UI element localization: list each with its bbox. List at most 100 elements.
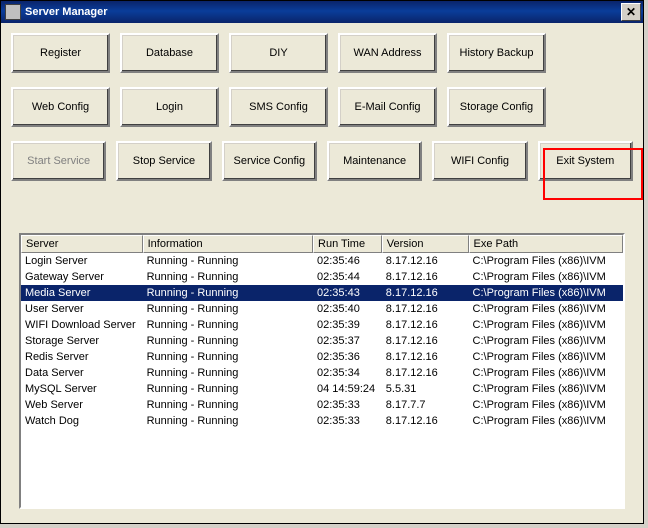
close-button[interactable]: ✕ (621, 3, 641, 21)
empty-row (21, 493, 623, 507)
sms-config-button[interactable]: SMS Config (229, 87, 328, 127)
app-icon (5, 4, 21, 20)
cell: C:\Program Files (x86)\IVM (469, 302, 623, 316)
grid-body: Login ServerRunning - Running02:35:468.1… (21, 253, 623, 507)
cell: User Server (21, 302, 143, 316)
table-row[interactable]: Watch DogRunning - Running02:35:338.17.1… (21, 413, 623, 429)
cell: Data Server (21, 366, 143, 380)
empty-row (21, 445, 623, 461)
cell: 8.17.12.16 (382, 254, 469, 268)
table-row[interactable]: Gateway ServerRunning - Running02:35:448… (21, 269, 623, 285)
cell: Media Server (21, 286, 143, 300)
cell: 8.17.12.16 (382, 302, 469, 316)
cell: 02:35:33 (313, 398, 382, 412)
column-header[interactable]: Information (143, 235, 313, 253)
title-bar: Server Manager ✕ (1, 1, 643, 23)
client-area: RegisterDatabaseDIYWAN AddressHistory Ba… (1, 23, 643, 523)
cell: 02:35:33 (313, 414, 382, 428)
cell: C:\Program Files (x86)\IVM (469, 366, 623, 380)
server-manager-window: Server Manager ✕ RegisterDatabaseDIYWAN … (0, 0, 644, 524)
button-row-2: Web ConfigLoginSMS ConfigE-Mail ConfigSt… (11, 87, 633, 127)
cell: 02:35:46 (313, 254, 382, 268)
cell: 02:35:34 (313, 366, 382, 380)
column-header[interactable]: Version (382, 235, 469, 253)
cell: 04 14:59:24 (313, 382, 382, 396)
cell: Running - Running (143, 414, 313, 428)
cell: C:\Program Files (x86)\IVM (469, 382, 623, 396)
cell: C:\Program Files (x86)\IVM (469, 318, 623, 332)
stop-service-button[interactable]: Stop Service (116, 141, 211, 181)
cell: 8.17.12.16 (382, 334, 469, 348)
email-config-button[interactable]: E-Mail Config (338, 87, 437, 127)
cell: C:\Program Files (x86)\IVM (469, 286, 623, 300)
cell: Gateway Server (21, 270, 143, 284)
history-backup-button[interactable]: History Backup (447, 33, 546, 73)
empty-row (21, 429, 623, 445)
column-header[interactable]: Exe Path (469, 235, 623, 253)
cell: MySQL Server (21, 382, 143, 396)
storage-config-button[interactable]: Storage Config (447, 87, 546, 127)
cell: 8.17.12.16 (382, 350, 469, 364)
cell: Running - Running (143, 254, 313, 268)
cell: Storage Server (21, 334, 143, 348)
exit-system-button[interactable]: Exit System (538, 141, 633, 181)
cell: C:\Program Files (x86)\IVM (469, 350, 623, 364)
table-row[interactable]: WIFI Download ServerRunning - Running02:… (21, 317, 623, 333)
maintenance-button[interactable]: Maintenance (327, 141, 422, 181)
table-row[interactable]: Media ServerRunning - Running02:35:438.1… (21, 285, 623, 301)
button-row-3: Start ServiceStop Service Service ConfigM… (11, 141, 633, 181)
table-row[interactable]: MySQL ServerRunning - Running04 14:59:24… (21, 381, 623, 397)
cell: 8.17.12.16 (382, 286, 469, 300)
cell: Running - Running (143, 350, 313, 364)
empty-row (21, 477, 623, 493)
cell: 02:35:36 (313, 350, 382, 364)
cell: 8.17.12.16 (382, 270, 469, 284)
cell: C:\Program Files (x86)\IVM (469, 254, 623, 268)
servers-grid[interactable]: ServerInformationRun TimeVersionExe Path… (19, 233, 625, 509)
wan-address-button[interactable]: WAN Address (338, 33, 437, 73)
cell: Running - Running (143, 270, 313, 284)
column-header[interactable]: Run Time (313, 235, 382, 253)
cell: 8.17.12.16 (382, 414, 469, 428)
cell: C:\Program Files (x86)\IVM (469, 398, 623, 412)
cell: 8.17.12.16 (382, 366, 469, 380)
diy-button[interactable]: DIY (229, 33, 328, 73)
button-row-1: RegisterDatabaseDIYWAN AddressHistory Ba… (11, 33, 633, 73)
table-row[interactable]: Storage ServerRunning - Running02:35:378… (21, 333, 623, 349)
cell: Running - Running (143, 286, 313, 300)
cell: Web Server (21, 398, 143, 412)
grid-header: ServerInformationRun TimeVersionExe Path (21, 235, 623, 253)
cell: 02:35:44 (313, 270, 382, 284)
cell: 8.17.7.7 (382, 398, 469, 412)
column-header[interactable]: Server (21, 235, 143, 253)
table-row[interactable]: Redis ServerRunning - Running02:35:368.1… (21, 349, 623, 365)
start-service-button: Start Service (11, 141, 106, 181)
cell: Running - Running (143, 366, 313, 380)
login-button[interactable]: Login (120, 87, 219, 127)
cell: Watch Dog (21, 414, 143, 428)
cell: C:\Program Files (x86)\IVM (469, 334, 623, 348)
cell: Running - Running (143, 334, 313, 348)
cell: C:\Program Files (x86)\IVM (469, 270, 623, 284)
table-row[interactable]: Login ServerRunning - Running02:35:468.1… (21, 253, 623, 269)
table-row[interactable]: Data ServerRunning - Running02:35:348.17… (21, 365, 623, 381)
service-config-button[interactable]: Service Config (222, 141, 317, 181)
register-button[interactable]: Register (11, 33, 110, 73)
cell: C:\Program Files (x86)\IVM (469, 414, 623, 428)
database-button[interactable]: Database (120, 33, 219, 73)
cell: 5.5.31 (382, 382, 469, 396)
wifi-config-button[interactable]: WIFI Config (432, 141, 527, 181)
cell: Running - Running (143, 382, 313, 396)
table-row[interactable]: Web ServerRunning - Running02:35:338.17.… (21, 397, 623, 413)
web-config-button[interactable]: Web Config (11, 87, 110, 127)
cell: Running - Running (143, 398, 313, 412)
cell: Login Server (21, 254, 143, 268)
cell: 02:35:40 (313, 302, 382, 316)
cell: 02:35:39 (313, 318, 382, 332)
cell: Running - Running (143, 302, 313, 316)
window-title: Server Manager (25, 6, 621, 18)
cell: 8.17.12.16 (382, 318, 469, 332)
cell: 02:35:43 (313, 286, 382, 300)
table-row[interactable]: User ServerRunning - Running02:35:408.17… (21, 301, 623, 317)
cell: 02:35:37 (313, 334, 382, 348)
